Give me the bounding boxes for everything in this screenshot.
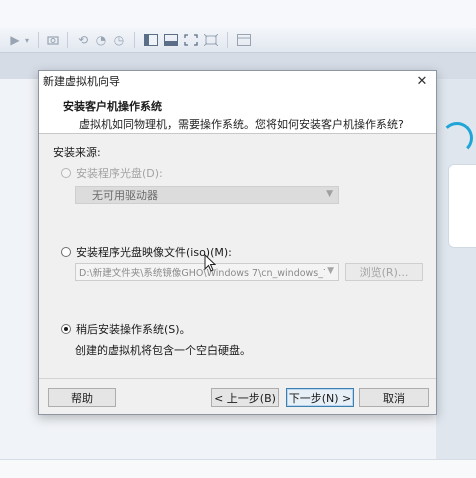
chevron-down-icon: ▼ (326, 189, 333, 199)
radio-button[interactable] (61, 247, 71, 257)
page-subtitle: 虚拟机如同物理机，需要操作系统。您将如何安装客户机操作系统? (79, 118, 404, 131)
new-vm-wizard-dialog: 新建虚拟机向导 ✕ 安装客户机操作系统 虚拟机如同物理机，需要操作系统。您将如何… (38, 70, 437, 415)
browse-button[interactable]: 浏览(R)... (345, 263, 423, 281)
radio-install-later-label: 稍后安装操作系统(S)。 (76, 323, 191, 336)
disc-drive-select[interactable]: 无可用驱动器 ▼ (75, 186, 339, 204)
close-icon[interactable]: ✕ (414, 73, 430, 89)
console-view-icon[interactable] (161, 31, 181, 49)
radio-button[interactable] (61, 324, 71, 334)
radio-install-disc-label: 安装程序光盘(D): (76, 167, 163, 180)
toolbar-divider (227, 32, 228, 48)
install-later-description: 创建的虚拟机将包含一个空白硬盘。 (75, 344, 251, 357)
toolbar-divider (67, 32, 68, 48)
status-bar (0, 459, 476, 478)
sidebar-view-icon[interactable] (141, 31, 161, 49)
chevron-down-icon: ▼ (325, 266, 334, 276)
dialog-footer: 帮助 < 上一步(B) 下一步(N) > 取消 (39, 378, 436, 415)
radio-button[interactable] (61, 168, 71, 178)
radio-install-disc[interactable]: 安装程序光盘(D): (61, 165, 163, 181)
unity-icon[interactable] (201, 31, 221, 49)
dialog-titlebar: 新建虚拟机向导 ✕ (39, 71, 436, 91)
mouse-cursor-icon (204, 254, 216, 272)
toolbar-divider (134, 32, 135, 48)
dialog-body: 安装来源: 安装程序光盘(D): 无可用驱动器 ▼ 安装程序光盘映像文件(iso… (39, 134, 436, 378)
clock-icon[interactable]: ◷ (110, 31, 128, 49)
tab-view-icon[interactable] (234, 31, 254, 49)
revert-icon[interactable]: ⟲ (74, 31, 92, 49)
toolbar: ▶ ▾ ⟲ ◔ ◷ (0, 28, 476, 53)
page-title: 安装客户机操作系统 (63, 100, 162, 113)
toolbar-divider (38, 32, 39, 48)
dropdown-icon[interactable]: ▾ (22, 31, 32, 49)
app-title-area (0, 0, 476, 28)
back-button[interactable]: < 上一步(B) (211, 388, 279, 407)
snapshot-icon[interactable] (45, 31, 61, 49)
cancel-button[interactable]: 取消 (359, 388, 429, 407)
home-tile (448, 164, 476, 248)
next-button[interactable]: 下一步(N) > (286, 388, 354, 407)
install-source-label: 安装来源: (53, 146, 101, 159)
dialog-header: 安装客户机操作系统 虚拟机如同物理机，需要操作系统。您将如何安装客户机操作系统? (39, 91, 436, 134)
fullscreen-icon[interactable] (181, 31, 201, 49)
dialog-title: 新建虚拟机向导 (43, 75, 120, 88)
snapshot-manager-icon[interactable]: ◔ (92, 31, 110, 49)
disc-drive-value: 无可用驱动器 (92, 189, 158, 202)
loading-ring-icon (441, 122, 473, 154)
help-button[interactable]: 帮助 (48, 388, 116, 407)
radio-install-later[interactable]: 稍后安装操作系统(S)。 (61, 321, 191, 337)
play-icon[interactable]: ▶ (8, 31, 22, 49)
